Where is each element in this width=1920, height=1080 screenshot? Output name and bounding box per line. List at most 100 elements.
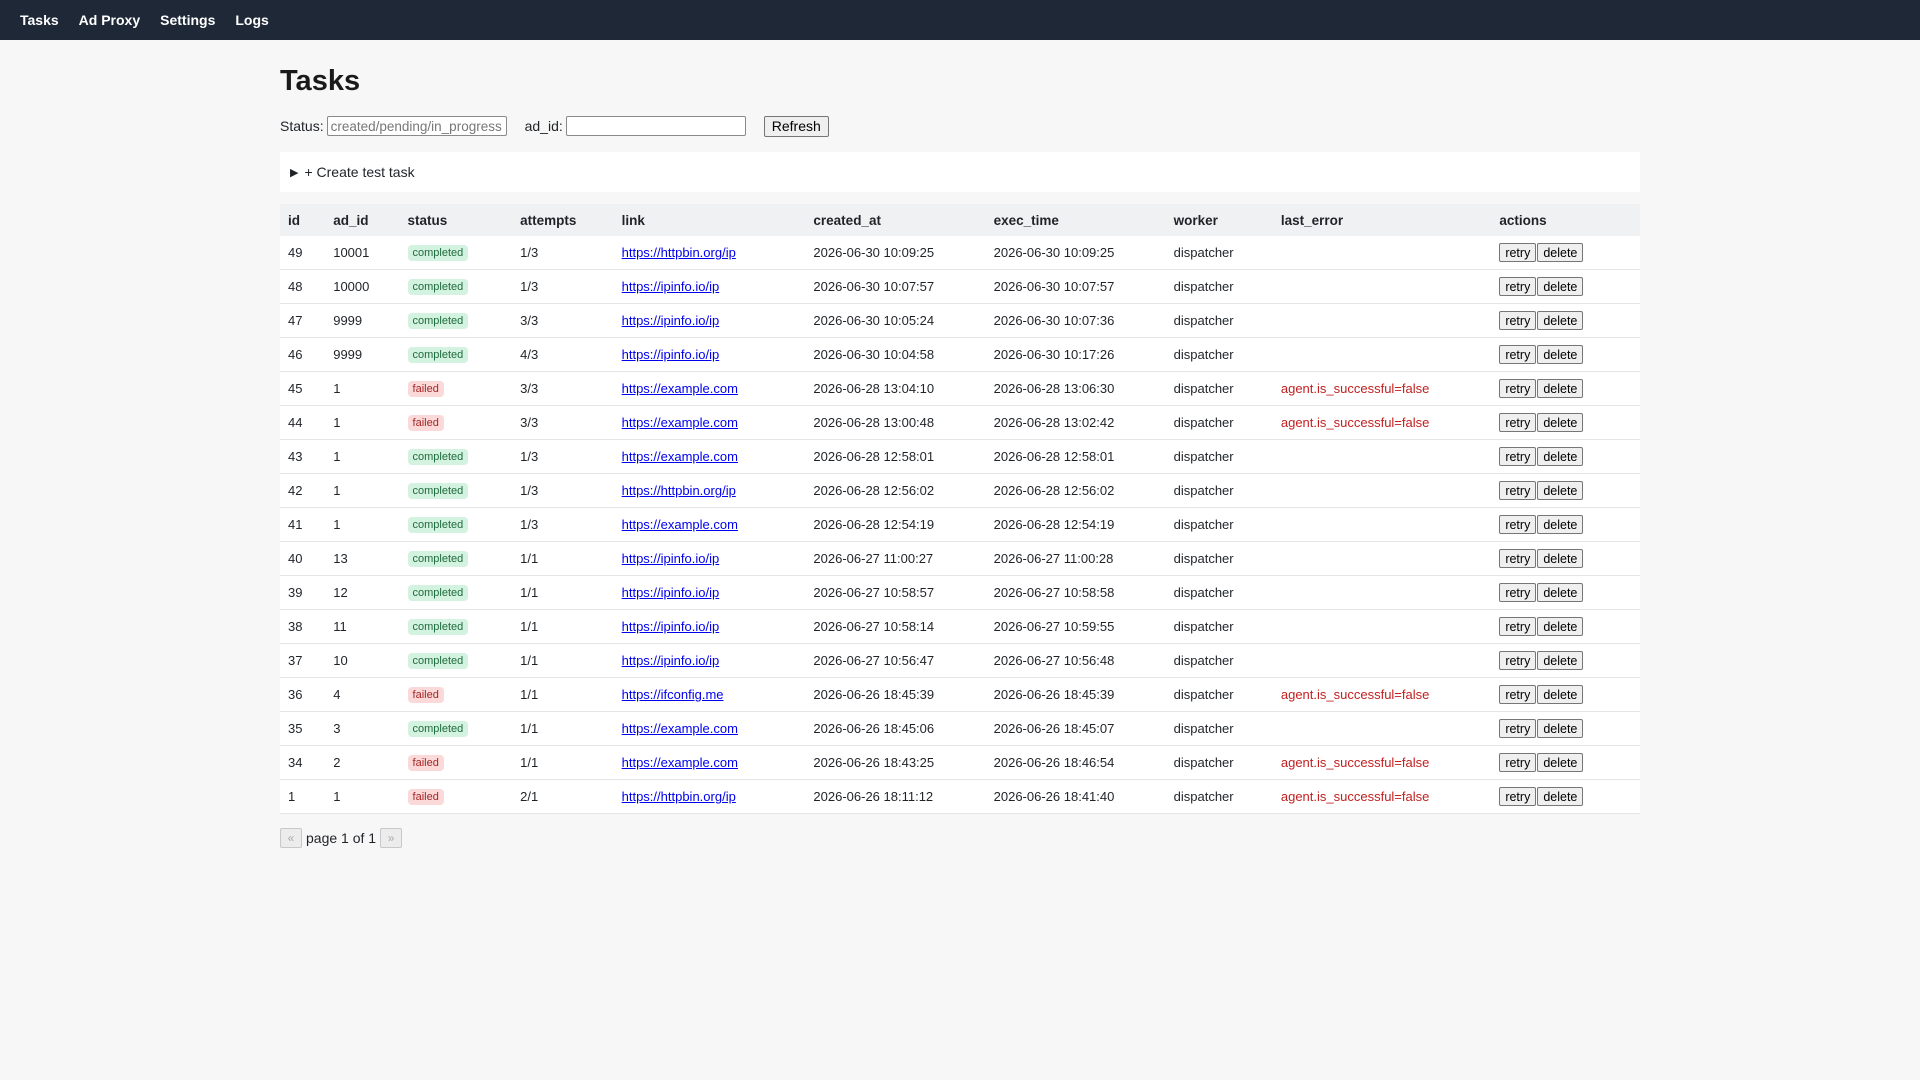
retry-button[interactable]: retry — [1499, 651, 1537, 670]
retry-button[interactable]: retry — [1499, 379, 1537, 398]
disclosure-triangle-icon: ▶ — [290, 166, 299, 179]
retry-button[interactable]: retry — [1499, 277, 1537, 296]
cell-attempts: 3/3 — [512, 371, 614, 406]
delete-button[interactable]: delete — [1537, 787, 1584, 806]
retry-button[interactable]: retry — [1499, 413, 1537, 432]
refresh-button[interactable]: Refresh — [763, 115, 829, 137]
retry-button[interactable]: retry — [1499, 481, 1537, 500]
cell-actions: retry delete — [1491, 405, 1640, 440]
status-filter-input[interactable] — [326, 116, 507, 136]
retry-button[interactable]: retry — [1499, 447, 1537, 466]
cell-status: completed — [399, 236, 513, 270]
cell-ad-id: 13 — [325, 541, 400, 576]
cell-attempts: 3/3 — [512, 405, 614, 440]
delete-button[interactable]: delete — [1537, 481, 1584, 500]
delete-button[interactable]: delete — [1537, 413, 1584, 432]
status-badge: completed — [407, 347, 469, 363]
delete-button[interactable]: delete — [1537, 277, 1584, 296]
delete-button[interactable]: delete — [1537, 685, 1584, 704]
delete-button[interactable]: delete — [1537, 311, 1584, 330]
retry-button[interactable]: retry — [1499, 311, 1537, 330]
delete-button[interactable]: delete — [1537, 753, 1584, 772]
cell-exec-time: 2026-06-27 10:56:48 — [985, 643, 1166, 678]
status-badge: failed — [407, 755, 444, 771]
nav-logs[interactable]: Logs — [235, 12, 268, 28]
cell-ad-id: 11 — [325, 609, 400, 644]
cell-id: 1 — [280, 779, 326, 814]
task-link[interactable]: https://ipinfo.io/ip — [622, 619, 720, 634]
status-badge: completed — [407, 313, 469, 329]
column-header-ad-id: ad_id — [333, 212, 369, 228]
table-row: 46 9999 completed 4/3 https://ipinfo.io/ip 20… — [280, 337, 1640, 372]
retry-button[interactable]: retry — [1499, 549, 1537, 568]
delete-button[interactable]: delete — [1537, 379, 1584, 398]
cell-attempts: 1/3 — [512, 507, 614, 542]
delete-button[interactable]: delete — [1537, 617, 1584, 636]
retry-button[interactable]: retry — [1499, 345, 1537, 364]
task-link[interactable]: https://example.com — [622, 517, 738, 532]
delete-button[interactable]: delete — [1537, 515, 1584, 534]
nav-tasks[interactable]: Tasks — [20, 12, 59, 28]
delete-button[interactable]: delete — [1537, 719, 1584, 738]
table-row: 35 3 completed 1/1 https://example.com 2026-0… — [280, 711, 1640, 746]
adid-filter-input[interactable] — [565, 116, 746, 136]
cell-link: https://ifconfig.me — [613, 677, 806, 712]
prev-page-button[interactable]: « — [280, 828, 302, 848]
status-filter-label: Status: — [280, 118, 324, 134]
delete-button[interactable]: delete — [1537, 447, 1584, 466]
cell-created-at: 2026-06-26 18:45:39 — [805, 677, 986, 712]
retry-button[interactable]: retry — [1499, 787, 1537, 806]
table-row: 34 2 failed 1/1 https://example.com 2026-06-2… — [280, 745, 1640, 780]
table-row: 41 1 completed 1/3 https://example.com 2026-0… — [280, 507, 1640, 542]
task-link[interactable]: https://ipinfo.io/ip — [622, 313, 720, 328]
nav-ad-proxy[interactable]: Ad Proxy — [79, 12, 140, 28]
task-link[interactable]: https://example.com — [622, 415, 738, 430]
retry-button[interactable]: retry — [1499, 243, 1537, 262]
status-badge: failed — [407, 687, 444, 703]
delete-button[interactable]: delete — [1537, 243, 1584, 262]
cell-ad-id: 1 — [325, 507, 400, 542]
cell-worker: dispatcher — [1165, 236, 1273, 270]
retry-button[interactable]: retry — [1499, 583, 1537, 602]
task-link[interactable]: https://example.com — [622, 755, 738, 770]
task-link[interactable]: https://ipinfo.io/ip — [622, 585, 720, 600]
task-link[interactable]: https://example.com — [622, 721, 738, 736]
cell-id: 39 — [280, 575, 326, 610]
page-indicator: page 1 of 1 — [306, 830, 377, 846]
task-link[interactable]: https://httpbin.org/ip — [622, 245, 736, 260]
task-link[interactable]: https://ipinfo.io/ip — [622, 653, 720, 668]
cell-actions: retry delete — [1491, 745, 1640, 780]
retry-button[interactable]: retry — [1499, 617, 1537, 636]
task-link[interactable]: https://ipinfo.io/ip — [622, 551, 720, 566]
next-page-button[interactable]: » — [380, 828, 403, 848]
cell-id: 48 — [280, 269, 326, 304]
retry-button[interactable]: retry — [1499, 685, 1537, 704]
delete-button[interactable]: delete — [1537, 651, 1584, 670]
task-link[interactable]: https://example.com — [622, 381, 738, 396]
cell-ad-id: 1 — [325, 439, 400, 474]
delete-button[interactable]: delete — [1537, 345, 1584, 364]
task-link[interactable]: https://example.com — [622, 449, 738, 464]
status-badge: completed — [407, 245, 469, 261]
task-link[interactable]: https://httpbin.org/ip — [622, 483, 736, 498]
task-link[interactable]: https://ifconfig.me — [622, 687, 724, 702]
page-title: Tasks — [280, 65, 361, 97]
cell-exec-time: 2026-06-27 11:00:28 — [985, 541, 1166, 576]
cell-worker: dispatcher — [1165, 473, 1273, 508]
task-link[interactable]: https://ipinfo.io/ip — [622, 347, 720, 362]
status-badge: failed — [407, 415, 444, 431]
retry-button[interactable]: retry — [1499, 719, 1537, 738]
cell-attempts: 1/1 — [512, 677, 614, 712]
cell-worker: dispatcher — [1165, 269, 1273, 304]
cell-ad-id: 12 — [325, 575, 400, 610]
task-link[interactable]: https://httpbin.org/ip — [622, 789, 736, 804]
create-test-task-toggle[interactable]: ▶ + Create test task — [280, 152, 1640, 192]
delete-button[interactable]: delete — [1537, 583, 1584, 602]
delete-button[interactable]: delete — [1537, 549, 1584, 568]
nav-settings[interactable]: Settings — [160, 12, 215, 28]
status-badge: completed — [407, 653, 469, 669]
cell-worker: dispatcher — [1165, 405, 1273, 440]
task-link[interactable]: https://ipinfo.io/ip — [622, 279, 720, 294]
retry-button[interactable]: retry — [1499, 753, 1537, 772]
retry-button[interactable]: retry — [1499, 515, 1537, 534]
